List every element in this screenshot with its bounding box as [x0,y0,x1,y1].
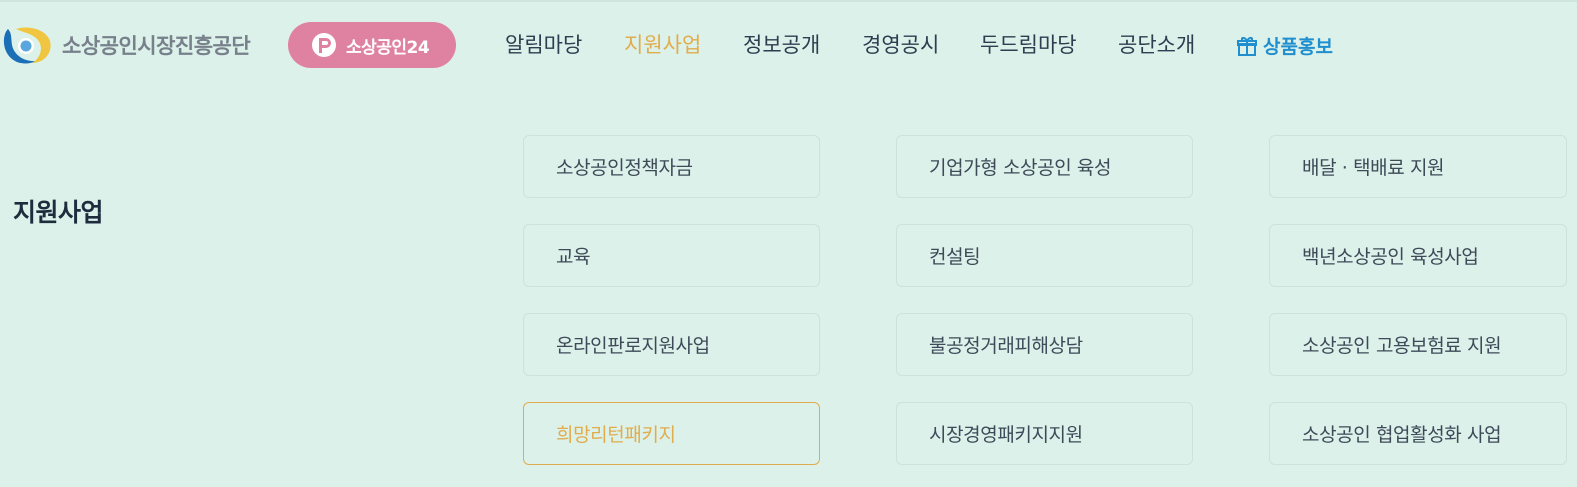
nav-item-promo[interactable]: 상품홍보 [1236,32,1333,59]
submenu-item-delivery[interactable]: 배달 · 택배료 지원 [1269,135,1567,198]
site-logo[interactable]: 소상공인시장진흥공단 [2,25,251,65]
nav-item-support[interactable]: 지원사업 [624,29,701,59]
nav-item-dodream[interactable]: 두드림마당 [980,29,1077,59]
nav-item-disclosure[interactable]: 정보공개 [743,29,820,59]
agency-logo-icon [3,27,51,64]
nav-item-notice[interactable]: 알림마당 [505,29,582,59]
section-title: 지원사업 [13,198,104,227]
submenu-item-online-sales[interactable]: 온라인판로지원사업 [523,313,820,376]
submenu-item-centennial[interactable]: 백년소상공인 육성사업 [1269,224,1567,287]
site-header: 소상공인시장진흥공단 소상공인24 알림마당 지원사업 정보공개 경영공시 두드… [0,0,1577,90]
submenu-item-consulting[interactable]: 컨설팅 [896,224,1193,287]
submenu-item-entrepreneur[interactable]: 기업가형 소상공인 육성 [896,135,1193,198]
nav-item-promo-label: 상품홍보 [1263,36,1333,58]
nav-item-about[interactable]: 공단소개 [1118,29,1195,59]
gift-icon [1237,36,1257,56]
submenu-item-policy-fund[interactable]: 소상공인정책자금 [523,135,820,198]
badge-label: 소상공인24 [346,37,430,58]
p-circle-icon [312,33,336,57]
submenu-item-employment-insurance[interactable]: 소상공인 고용보험료 지원 [1269,313,1567,376]
brand-name: 소상공인시장진흥공단 [62,34,251,58]
submenu-item-hope-return[interactable]: 희망리턴패키지 [523,402,820,465]
submenu-item-education[interactable]: 교육 [523,224,820,287]
submenu-item-cooperation[interactable]: 소상공인 협업활성화 사업 [1269,402,1567,465]
nav-item-management[interactable]: 경영공시 [862,29,939,59]
submenu-item-unfair-trade[interactable]: 불공정거래피해상담 [896,313,1193,376]
sosanggongin24-button[interactable]: 소상공인24 [288,22,456,68]
submenu-item-market-package[interactable]: 시장경영패키지지원 [896,402,1193,465]
